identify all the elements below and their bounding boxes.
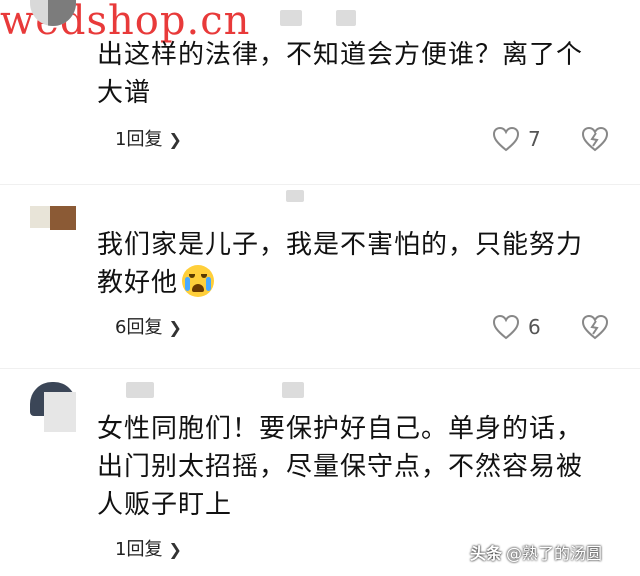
comment-text: 我们家是儿子，我是不害怕的，只能努力教好他 (97, 226, 607, 302)
platform-logo: 头条 (470, 544, 503, 563)
avatar[interactable] (30, 0, 76, 26)
dislike-button[interactable] (581, 314, 609, 344)
divider (0, 368, 640, 369)
reply-count: 6回复 (115, 317, 163, 338)
like-button[interactable]: 7 (492, 126, 541, 152)
chevron-right-icon: ❯ (168, 130, 182, 149)
comment-text-body: 我们家是儿子，我是不害怕的，只能努力教好他 (97, 230, 584, 298)
username-blurred[interactable] (280, 10, 302, 26)
comment-item: 出这样的法律，不知道会方便谁？离了个大谱 1回复 ❯ 7 (0, 0, 640, 180)
broken-heart-icon (581, 126, 609, 152)
avatar[interactable] (30, 382, 76, 432)
chevron-right-icon: ❯ (168, 318, 182, 337)
chevron-right-icon: ❯ (168, 540, 182, 559)
reply-button[interactable]: 1回复 ❯ (115, 128, 182, 152)
platform-watermark: 头条 @熟了的汤圆 (470, 540, 602, 564)
heart-icon (492, 126, 520, 152)
reply-count: 1回复 (115, 539, 163, 560)
loudly-crying-face-icon (182, 265, 215, 297)
broken-heart-icon (581, 314, 609, 340)
comment-item: 我们家是儿子，我是不害怕的，只能努力教好他 6回复 ❯ 6 (0, 190, 640, 365)
reply-button[interactable]: 6回复 ❯ (115, 316, 182, 340)
dislike-button[interactable] (581, 126, 609, 156)
reply-button[interactable]: 1回复 ❯ (115, 538, 182, 562)
author-handle: @熟了的汤圆 (506, 544, 603, 563)
divider (0, 184, 640, 185)
comment-text: 女性同胞们！要保护好自己。单身的话，出门别太招摇，尽量保守点，不然容易被人贩子盯… (97, 414, 584, 520)
like-count: 7 (528, 127, 541, 151)
avatar[interactable] (30, 202, 76, 232)
like-button[interactable]: 6 (492, 314, 541, 340)
reply-count: 1回复 (115, 129, 163, 150)
username-blurred[interactable] (286, 190, 304, 202)
like-count: 6 (528, 315, 541, 339)
username-blurred[interactable] (336, 10, 356, 26)
username-blurred[interactable] (282, 382, 304, 398)
heart-icon (492, 314, 520, 340)
username-blurred[interactable] (126, 382, 154, 398)
comment-text: 出这样的法律，不知道会方便谁？离了个大谱 (97, 40, 584, 108)
